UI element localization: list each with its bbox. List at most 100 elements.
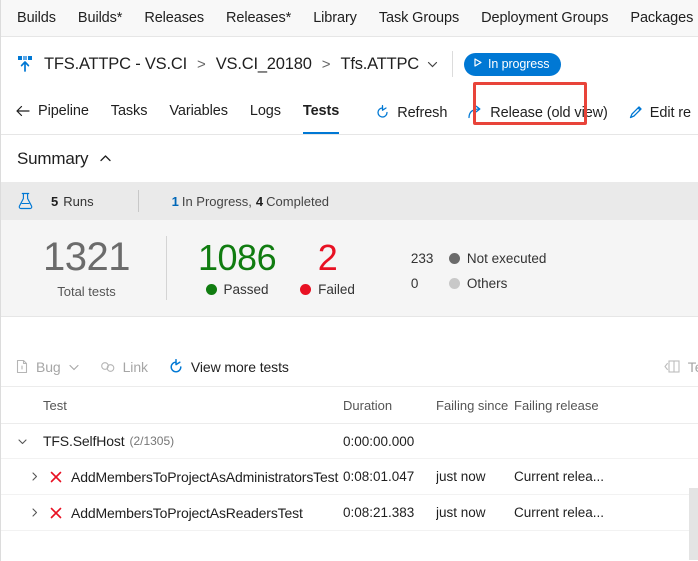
- hub-item-releases[interactable]: Releases: [144, 10, 204, 26]
- test-results-panel-toggle[interactable]: Test r: [664, 359, 698, 375]
- table-row[interactable]: AddMembersToProjectAsAdministratorsTest …: [1, 459, 698, 495]
- chevron-right-icon[interactable]: [25, 507, 43, 518]
- create-bug-button[interactable]: Bug: [15, 359, 80, 375]
- release-tests-page: Builds Builds* Releases Releases* Librar…: [0, 0, 698, 561]
- arrow-redo-icon: [467, 105, 483, 120]
- hub-navigation: Builds Builds* Releases Releases* Librar…: [1, 0, 698, 37]
- breadcrumb-divider: [452, 51, 454, 77]
- stat-total-tests-value: 1321: [43, 234, 130, 279]
- stat-total-tests: 1321 Total tests: [1, 234, 166, 300]
- results-grid-header: Test Duration Failing since Failing rele…: [1, 387, 698, 424]
- table-row[interactable]: AddMembersToProjectAsReadersTest 0:08:21…: [1, 495, 698, 531]
- runs-in-progress-count: 1: [171, 193, 179, 209]
- tab-logs[interactable]: Logs: [250, 91, 281, 134]
- breadcrumb: TFS.ATTPC - VS.CI > VS.CI_20180 > Tfs.AT…: [1, 37, 698, 125]
- hub-item-builds-alt[interactable]: Builds*: [78, 10, 123, 26]
- link-icon: [100, 360, 116, 374]
- hub-item-releases-alt[interactable]: Releases*: [226, 10, 291, 26]
- test-group-duration: 0:00:00.000: [343, 433, 415, 449]
- chevron-down-icon[interactable]: [13, 436, 31, 447]
- test-failing-since: just now: [436, 505, 486, 520]
- link-work-item-label: Link: [122, 358, 148, 375]
- play-triangle-icon: [472, 57, 483, 71]
- link-work-item-button[interactable]: Link: [100, 359, 148, 375]
- release-pipeline-icon: [15, 54, 35, 74]
- stat-others-label: Others: [466, 276, 508, 291]
- column-header-duration[interactable]: Duration: [343, 398, 436, 413]
- not-executed-status-dot-icon: [448, 253, 460, 264]
- stat-passed: 1086 Passed: [198, 236, 277, 297]
- breadcrumb-release[interactable]: VS.CI_20180: [216, 55, 312, 74]
- chevron-up-icon[interactable]: [98, 151, 113, 166]
- panel-spacer: [1, 317, 698, 347]
- back-to-pipeline-button[interactable]: Pipeline: [15, 91, 89, 134]
- refresh-label: Refresh: [397, 104, 448, 121]
- stat-not-executed-label: Not executed: [466, 251, 547, 266]
- hub-item-deployment-groups[interactable]: Deployment Groups: [481, 10, 608, 26]
- stat-total-tests-label: Total tests: [57, 284, 116, 300]
- summary-header: Summary: [1, 135, 698, 182]
- back-to-pipeline-label: Pipeline: [38, 103, 89, 119]
- test-results-panel-label: Test r: [687, 358, 698, 375]
- test-duration: 0:08:01.047: [343, 469, 415, 484]
- tab-tests[interactable]: Tests: [302, 91, 339, 134]
- stat-failed: 2 Failed: [300, 236, 355, 297]
- stats-divider: [166, 236, 167, 300]
- stat-others-value: 0: [410, 276, 419, 291]
- breadcrumb-separator-2: >: [321, 55, 331, 73]
- breadcrumb-separator-1: >: [196, 55, 206, 73]
- stat-not-executed-value: 233: [410, 251, 434, 266]
- release-old-view-label: Release (old view): [490, 104, 608, 121]
- view-more-tests-button[interactable]: View more tests: [168, 358, 289, 375]
- refresh-icon: [168, 358, 184, 375]
- table-row[interactable]: TFS.SelfHost (2/1305) 0:00:00.000: [1, 424, 698, 459]
- stat-passed-caption: Passed: [198, 282, 276, 297]
- tab-tasks[interactable]: Tasks: [111, 91, 148, 134]
- hub-item-library[interactable]: Library: [313, 10, 357, 26]
- status-badge[interactable]: In progress: [464, 52, 562, 76]
- stat-passed-label: Passed: [223, 282, 269, 298]
- edit-release-button[interactable]: Edit re: [628, 91, 691, 134]
- test-flask-icon: [17, 192, 34, 210]
- runs-completed-count: 4: [255, 193, 264, 209]
- test-name: AddMembersToProjectAsReadersTest: [71, 504, 303, 521]
- failed-x-icon: [49, 506, 63, 520]
- test-duration: 0:08:21.383: [343, 505, 415, 520]
- pivot-toolbar: Pipeline Tasks Variables Logs Tests Refr…: [1, 91, 698, 135]
- stat-minor-group: 233 Not executed 0 Others: [411, 245, 547, 291]
- panel-collapse-icon: [664, 359, 681, 374]
- column-header-test[interactable]: Test: [13, 398, 343, 413]
- chevron-down-icon[interactable]: [426, 58, 439, 71]
- breadcrumb-stage[interactable]: Tfs.ATTPC: [340, 55, 419, 74]
- failed-status-dot-icon: [300, 284, 312, 296]
- runs-in-progress-label: In Progress,: [181, 193, 252, 209]
- column-header-failing-since[interactable]: Failing since: [436, 398, 514, 413]
- refresh-button[interactable]: Refresh: [375, 91, 447, 134]
- summary-title: Summary: [17, 148, 89, 168]
- release-old-view-button[interactable]: Release (old view): [467, 91, 608, 134]
- test-failing-since: just now: [436, 469, 486, 484]
- column-header-failing-release[interactable]: Failing release: [514, 398, 634, 413]
- hub-item-task-groups[interactable]: Task Groups: [379, 10, 459, 26]
- vertical-scrollbar[interactable]: [689, 488, 698, 560]
- bug-file-icon: [15, 359, 29, 374]
- stat-not-executed: 233 Not executed: [411, 251, 547, 266]
- hub-item-packages[interactable]: Packages: [630, 10, 693, 26]
- stat-group: 1086 Passed 2 Failed: [198, 236, 379, 297]
- breadcrumb-pipeline[interactable]: TFS.ATTPC - VS.CI: [44, 55, 187, 74]
- stat-failed-caption: Failed: [300, 282, 355, 297]
- test-stats-panel: 1321 Total tests 1086 Passed 2 Failed 23…: [1, 220, 698, 317]
- status-badge-label: In progress: [488, 57, 550, 71]
- stat-passed-value: 1086: [198, 236, 277, 278]
- chevron-down-icon[interactable]: [68, 361, 80, 373]
- runs-label: Runs: [63, 193, 94, 209]
- chevron-right-icon[interactable]: [25, 471, 43, 482]
- hub-item-builds[interactable]: Builds: [17, 10, 56, 26]
- tab-variables[interactable]: Variables: [169, 91, 228, 134]
- test-group-count: (2/1305): [129, 434, 175, 448]
- test-name: AddMembersToProjectAsAdministratorsTest: [71, 468, 339, 485]
- stat-failed-value: 2: [317, 236, 338, 278]
- passed-status-dot-icon: [205, 284, 217, 296]
- stat-others: 0 Others: [411, 276, 547, 291]
- test-failing-release: Current relea...: [514, 505, 605, 520]
